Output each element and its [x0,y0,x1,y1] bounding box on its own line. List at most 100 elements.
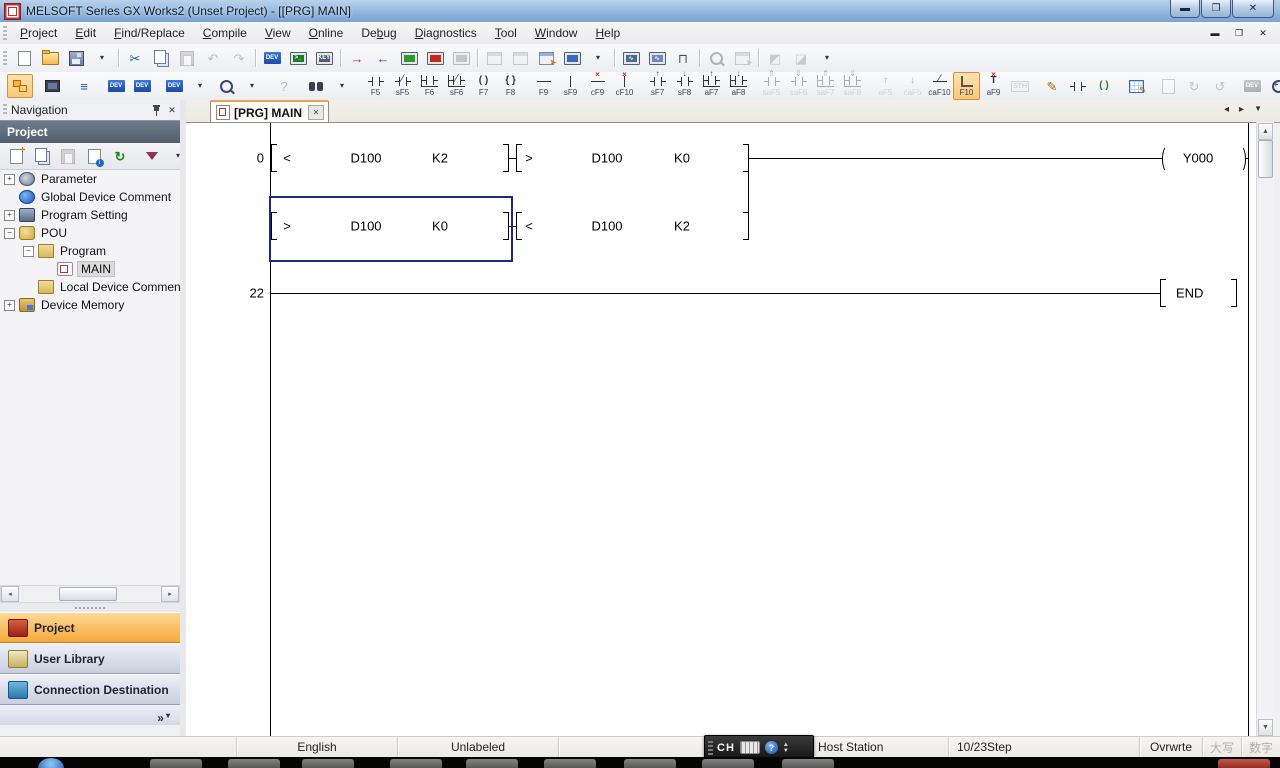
splitter-handle[interactable] [0,603,180,612]
scroll-up-icon[interactable]: ▲ [1258,123,1273,140]
restore-button[interactable]: ❐ [1201,0,1231,18]
edit-coil-button[interactable]: ( ) [1091,74,1117,98]
scroll-left-icon[interactable]: ◂ [1,586,19,602]
inline-structured-text-button[interactable]: ✎ [1039,74,1065,98]
remote-operation-button[interactable] [559,46,585,70]
find-replace-button[interactable] [213,74,239,98]
device-list-button[interactable]: KEY [311,46,337,70]
tab-scroll-right-icon[interactable]: ▸ [1239,104,1244,115]
read-from-plc-button[interactable]: ← [370,46,396,70]
cross-reference-button[interactable]: >_ [285,46,311,70]
scrollbar-thumb[interactable] [59,587,117,601]
falling-pulse-branch-button[interactable]: ↓aF8 [725,72,752,100]
tree-item-device-memory[interactable]: + Device Memory [0,296,180,314]
comment-display-button[interactable]: ≡ [71,74,97,98]
menu-window[interactable]: Window [526,23,587,43]
tree-item-label[interactable]: Global Device Comment [39,190,173,204]
menu-tool[interactable]: Tool [486,23,526,43]
start-orb[interactable] [38,758,64,768]
tree-item-label[interactable]: Program Setting [39,208,130,222]
view-button-project[interactable]: Project [0,612,180,643]
close-branch-button[interactable]: ∕sF6 [443,72,470,100]
mdi-restore-button[interactable]: ❐ [1230,25,1248,41]
tree-item-global-device-comment[interactable]: Global Device Comment [0,188,180,206]
device-batch-replace-button[interactable]: DEV [129,74,155,98]
windows-taskbar[interactable] [0,757,1280,768]
tree-item-label[interactable]: Program [58,244,108,258]
menu-diagnostics[interactable]: Diagnostics [406,23,486,43]
device-display-menu-button[interactable]: ▾ [187,74,213,98]
pin-icon[interactable] [148,103,164,117]
open-branch-button[interactable]: F6 [416,72,443,100]
menu-online[interactable]: Online [300,23,353,43]
find-menu-button[interactable]: ▾ [239,74,265,98]
navigation-window-button[interactable] [7,74,33,98]
ime-language-label[interactable]: CH [717,742,735,754]
sort-filter-button[interactable] [139,144,165,168]
mdi-close-button[interactable]: ✕ [1254,25,1272,41]
ime-options-icon[interactable]: ▲▼ [783,742,789,754]
new-data-button[interactable]: + [3,144,29,168]
tree-item-label[interactable]: Local Device Comment [58,280,180,294]
tree-item-parameter[interactable]: + Parameter [0,170,180,188]
minimize-button[interactable]: ▬ [1170,0,1200,18]
tree-expander-icon[interactable]: + [4,300,15,311]
scroll-right-icon[interactable]: ▸ [161,586,179,602]
delete-line-button[interactable]: ∕caF10 [926,72,953,100]
ime-grip[interactable] [708,741,713,755]
rising-pulse-button[interactable]: ↑sF7 [644,72,671,100]
monitor-stop-button[interactable] [422,46,448,70]
open-contact-button[interactable]: F5 [362,72,389,100]
rising-pulse-branch-button[interactable]: ↑aF7 [698,72,725,100]
tree-item-program[interactable]: −Program [0,242,180,260]
monitor-start-button[interactable] [396,46,422,70]
device-display-button[interactable]: DEV [161,74,187,98]
falling-pulse-button[interactable]: ↓sF8 [671,72,698,100]
menu-find-replace[interactable]: Find/Replace [105,23,194,43]
menu-help[interactable]: Help [586,23,629,43]
tab-scroll-left-icon[interactable]: ◂ [1224,104,1229,115]
tree-item-label[interactable]: Device Memory [39,298,126,312]
keyboard-icon[interactable] [740,741,760,754]
window-arrange-button[interactable]: ➤ [533,46,559,70]
taskbar-item[interactable] [702,759,754,768]
device-comment-edit-button[interactable]: ✎ [1123,74,1149,98]
tree-item-pou[interactable]: −POU [0,224,180,242]
menu-view[interactable]: View [256,23,300,43]
write-to-plc-button[interactable]: → [344,46,370,70]
tree-item-label[interactable]: MAIN [77,261,115,277]
view-button-user-library[interactable]: User Library [0,643,180,674]
copy-data-button[interactable] [29,144,55,168]
copy-button[interactable] [148,46,174,70]
tree-expander-icon[interactable]: − [4,228,15,239]
ime-help-icon[interactable]: ? [765,741,778,754]
new-button[interactable] [11,46,37,70]
save-button[interactable] [63,46,89,70]
open-button[interactable] [37,46,63,70]
view-chevron[interactable]: »▾ [0,705,180,725]
device-find-button[interactable]: DEV [259,46,285,70]
tree-expander-icon[interactable]: + [4,174,15,185]
taskbar-item[interactable] [228,759,280,768]
nav-horizontal-scrollbar[interactable]: ◂ ▸ [0,585,180,603]
menu-project[interactable]: Project [11,23,66,43]
data-property-button[interactable]: i [81,144,107,168]
close-contact-button[interactable]: ∕sF5 [389,72,416,100]
cut-button[interactable]: ✂ [122,46,148,70]
tree-item-label[interactable]: Parameter [39,172,99,186]
taskbar-item[interactable] [390,759,442,768]
coil-button[interactable]: ( )F7 [470,72,497,100]
cursor-selection-box[interactable] [269,196,513,262]
tree-expander-icon[interactable]: + [4,210,15,221]
delete-horizontal-line-button[interactable]: ×cF9 [584,72,611,100]
device-search-button[interactable]: DEV [103,74,129,98]
vertical-line-button[interactable]: sF9 [557,72,584,100]
watch-register-button[interactable]: ∿ [618,46,644,70]
delete-edit-line-button[interactable]: T×aF9 [980,72,1007,100]
scroll-down-icon[interactable]: ▼ [1258,719,1273,736]
view-button-connection-destination[interactable]: Connection Destination [0,674,180,705]
menu-compile[interactable]: Compile [194,23,256,43]
view-overflow-button[interactable]: ▾ [329,74,355,98]
find-button[interactable] [303,74,329,98]
application-instruction-button[interactable]: { }F8 [497,72,524,100]
